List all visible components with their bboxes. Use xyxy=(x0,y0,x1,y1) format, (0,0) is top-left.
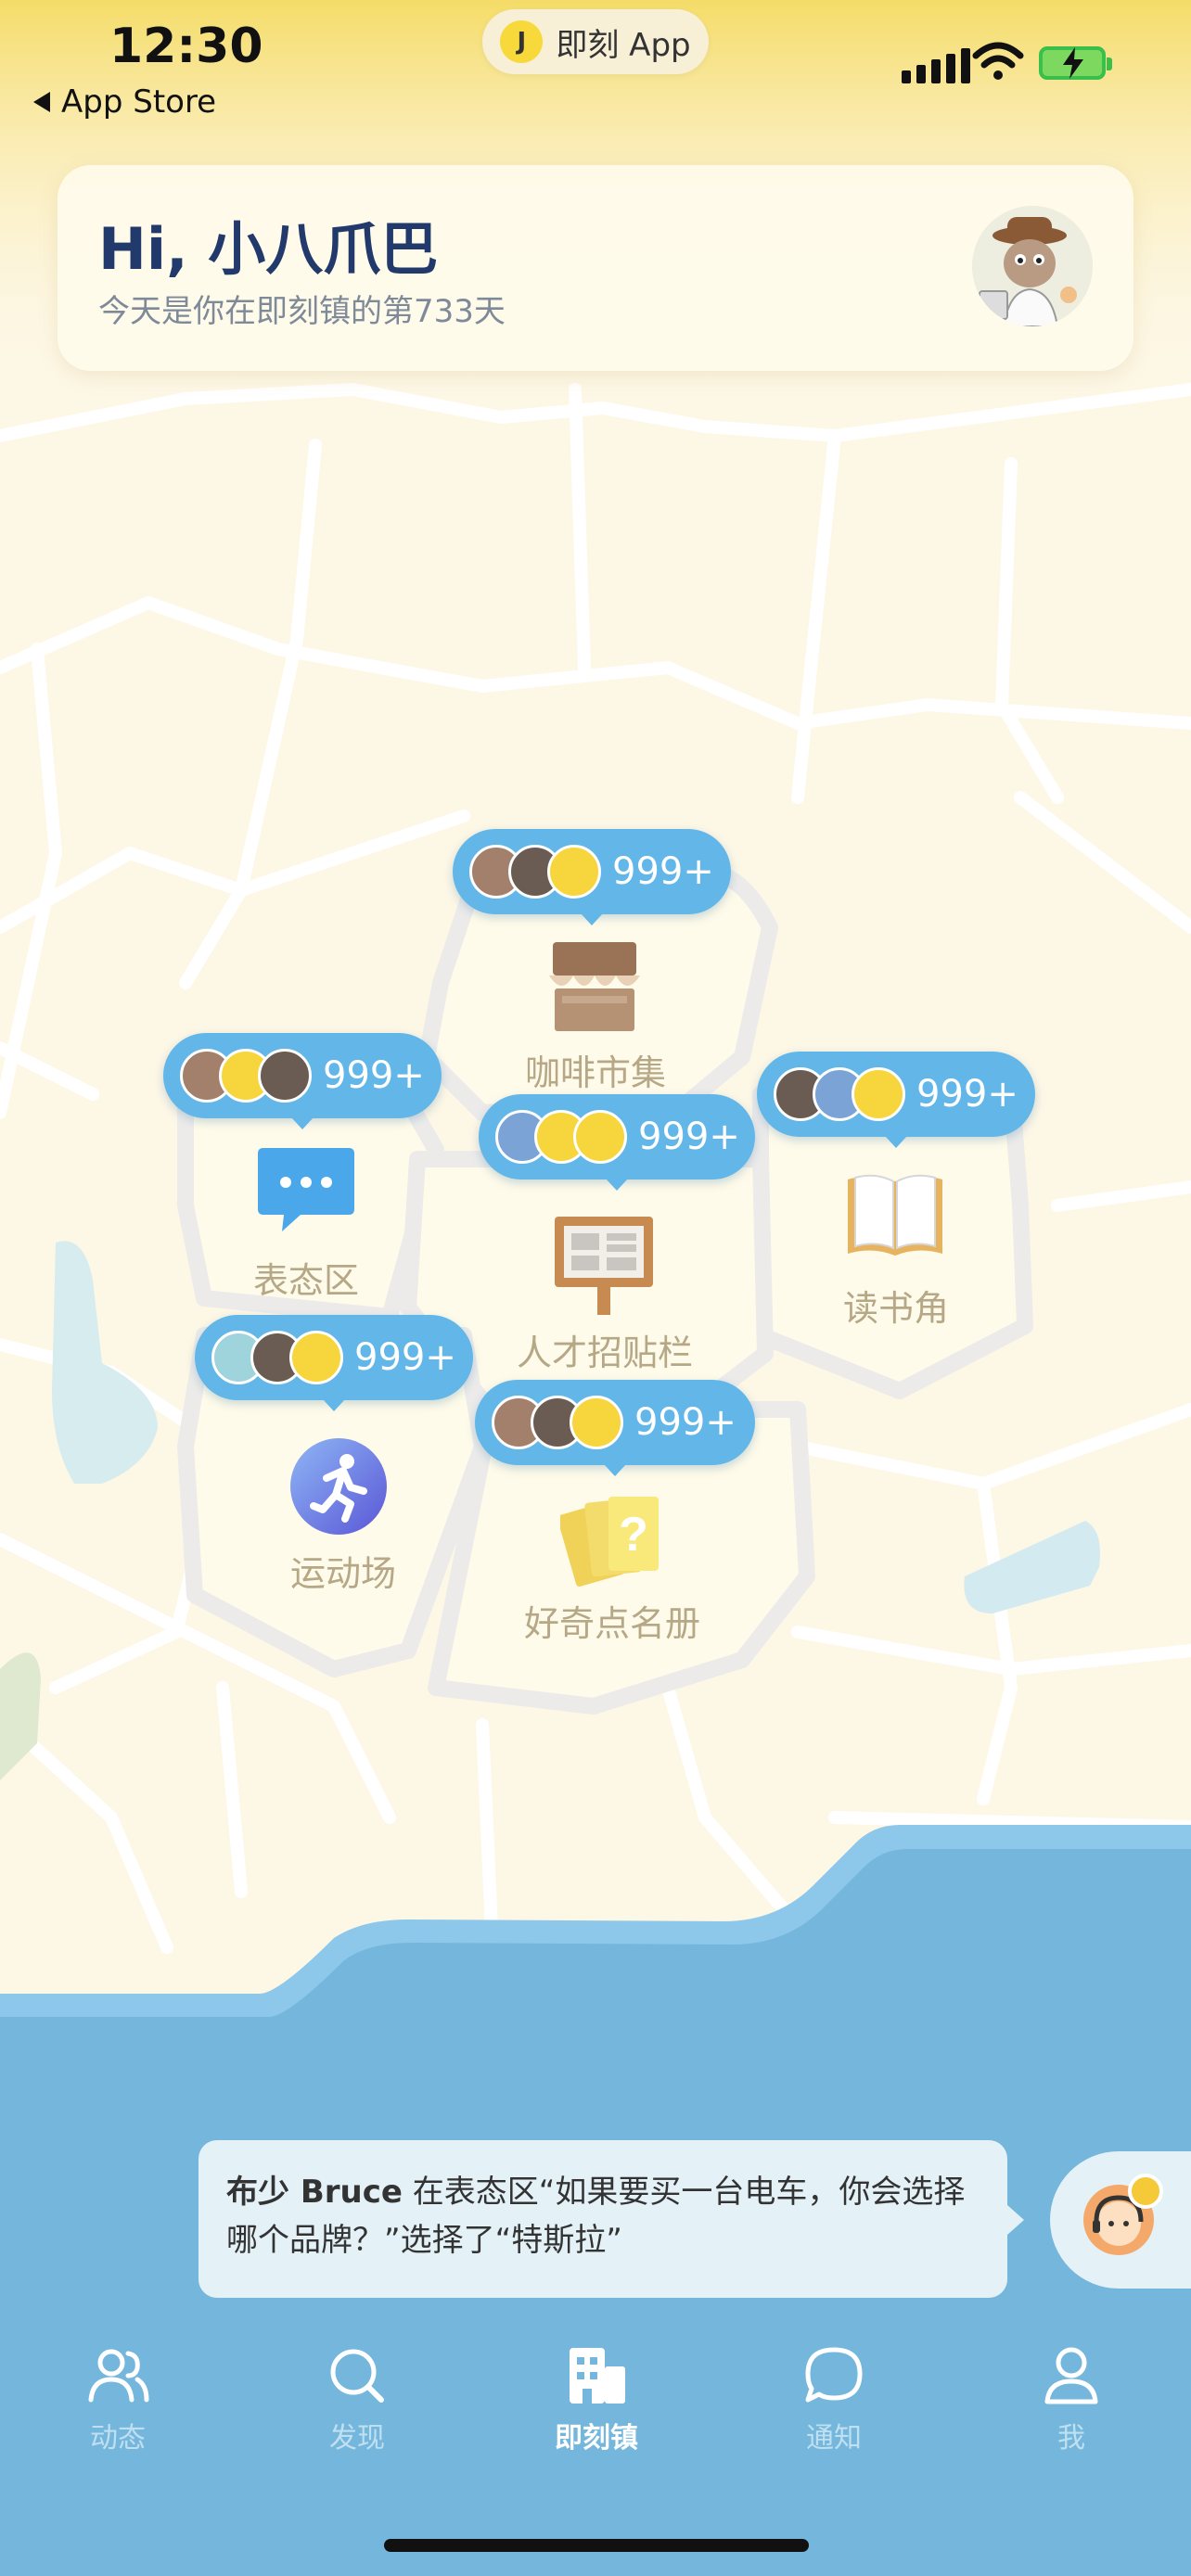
bulletin-board-icon[interactable] xyxy=(553,1215,655,1317)
place-label-jobs[interactable]: 人才招贴栏 xyxy=(484,1324,725,1375)
tab-me[interactable]: 我 xyxy=(1002,2346,1141,2455)
avatar xyxy=(258,1049,312,1103)
people-icon xyxy=(88,2349,149,2403)
person-icon xyxy=(1044,2347,1098,2404)
greeting-subtitle: 今天是你在即刻镇的第733天 xyxy=(98,293,506,330)
avatar xyxy=(573,1110,627,1164)
back-label: App Store xyxy=(61,83,217,121)
avatar-stack xyxy=(180,1049,312,1103)
assistant-button[interactable] xyxy=(1050,2151,1191,2289)
tab-label: 动态 xyxy=(90,2422,146,2455)
activity-count: 999+ xyxy=(916,1073,1018,1116)
place-label-reading[interactable]: 读书角 xyxy=(803,1280,989,1331)
wifi-icon xyxy=(972,42,1024,80)
tab-label: 即刻镇 xyxy=(555,2422,638,2455)
avatar xyxy=(570,1396,623,1449)
clock: 12:30 xyxy=(109,19,263,74)
tab-discover[interactable]: 发现 xyxy=(288,2346,427,2455)
notice-user[interactable]: 布少 Bruce xyxy=(226,2174,403,2211)
question-cards-icon[interactable]: ? xyxy=(560,1491,664,1593)
activity-bubble-reading[interactable]: 999+ xyxy=(757,1052,1035,1148)
avatar-stack xyxy=(774,1067,905,1121)
tab-label: 发现 xyxy=(329,2422,385,2455)
search-icon xyxy=(330,2349,384,2403)
avatar-stack xyxy=(495,1110,627,1164)
activity-notice[interactable]: 布少 Bruce 在表态区“如果要买一台电车，你会选择哪个品牌？”选择了“特斯拉… xyxy=(198,2140,1024,2298)
avatar-stack xyxy=(469,845,601,899)
market-stall-icon[interactable] xyxy=(545,940,644,1033)
greeting-title: Hi, 小八爪巴 xyxy=(98,215,439,283)
place-label-curiosity[interactable]: 好奇点名册 xyxy=(501,1595,724,1646)
avatar-cartoon-icon xyxy=(972,206,1093,326)
greeting-card: Hi, 小八爪巴 今天是你在即刻镇的第733天 xyxy=(58,165,1133,371)
status-bar: 12:30 App Store J 即刻 App xyxy=(0,0,1191,139)
home-indicator[interactable] xyxy=(384,2539,809,2552)
tab-bar: 动态 发现 即刻镇 通知 我 xyxy=(0,2346,1191,2476)
activity-bubble-jobs[interactable]: 999+ xyxy=(479,1094,755,1191)
message-icon xyxy=(805,2347,863,2403)
activity-count: 999+ xyxy=(612,850,714,893)
cellular-signal-icon xyxy=(902,48,970,83)
unread-dot xyxy=(1128,2174,1163,2209)
jike-logo-icon: J xyxy=(500,20,544,63)
app-indicator-label: 即刻 App xyxy=(556,26,691,64)
chat-bubble-icon[interactable] xyxy=(254,1148,356,1233)
charging-bolt-icon xyxy=(1063,47,1083,79)
activity-bubble-opinion[interactable]: 999+ xyxy=(163,1033,442,1129)
app-indicator-pill[interactable]: J 即刻 App xyxy=(482,9,709,74)
activity-bubble-coffee[interactable]: 999+ xyxy=(453,829,731,925)
place-label-sports[interactable]: 运动场 xyxy=(250,1545,436,1596)
back-to-app-store[interactable]: App Store xyxy=(33,83,216,121)
avatar xyxy=(852,1067,905,1121)
avatar xyxy=(289,1331,343,1384)
place-label-coffee[interactable]: 咖啡市集 xyxy=(493,1044,698,1095)
activity-count: 999+ xyxy=(634,1401,736,1444)
tab-town[interactable]: 即刻镇 xyxy=(527,2346,666,2455)
activity-count: 999+ xyxy=(354,1336,456,1379)
tab-label: 通知 xyxy=(806,2422,862,2455)
svg-text:?: ? xyxy=(619,1508,648,1562)
activity-bubble-sports[interactable]: 999+ xyxy=(195,1315,473,1411)
buildings-icon xyxy=(570,2348,625,2404)
tab-feed[interactable]: 动态 xyxy=(48,2346,187,2455)
back-arrow-icon xyxy=(33,92,50,112)
place-label-opinion[interactable]: 表态区 xyxy=(213,1252,399,1303)
activity-bubble-curiosity[interactable]: 999+ xyxy=(475,1380,755,1476)
user-avatar[interactable] xyxy=(972,206,1093,326)
book-icon[interactable] xyxy=(844,1172,946,1261)
battery-icon xyxy=(1039,46,1112,80)
avatar-stack xyxy=(211,1331,343,1384)
running-icon[interactable] xyxy=(289,1437,388,1536)
avatar xyxy=(547,845,601,899)
avatar-stack xyxy=(492,1396,623,1449)
tab-notify[interactable]: 通知 xyxy=(764,2346,903,2455)
activity-count: 999+ xyxy=(638,1116,740,1158)
tab-label: 我 xyxy=(1057,2422,1085,2455)
activity-count: 999+ xyxy=(323,1054,425,1097)
